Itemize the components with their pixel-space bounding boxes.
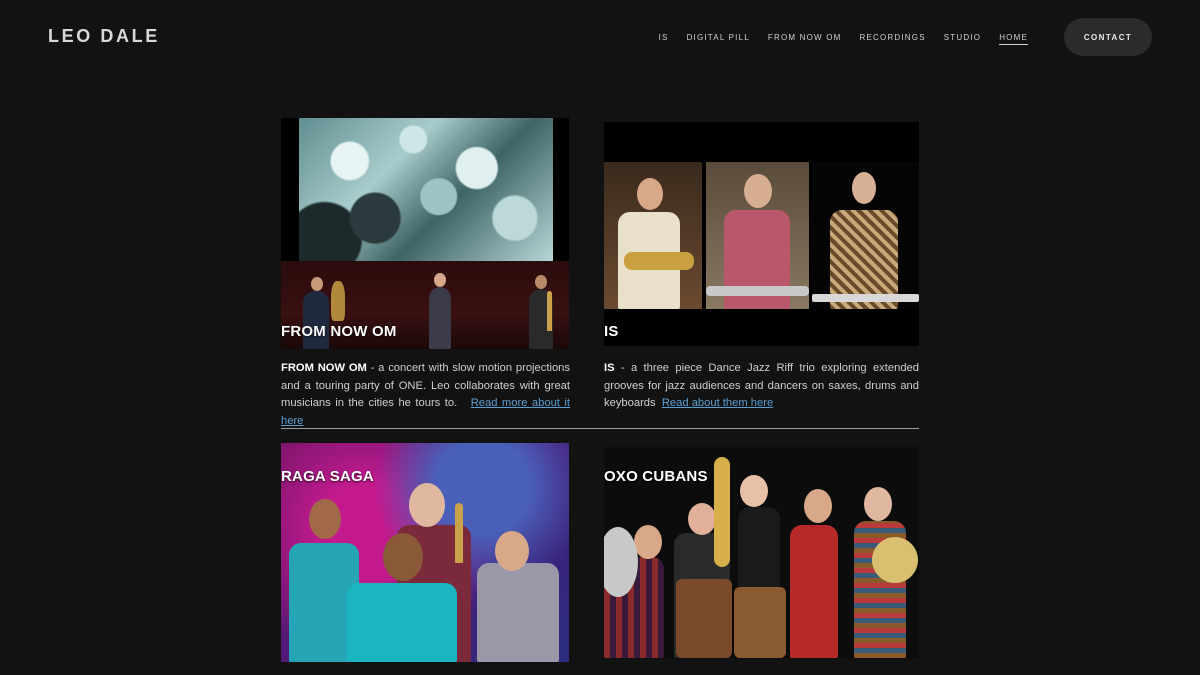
nav-item-studio[interactable]: STUDIO — [944, 33, 981, 45]
card-title-oxo-cubans[interactable]: OXO CUBANS — [604, 468, 708, 485]
nav-item-from-now-om[interactable]: FROM NOW OM — [768, 33, 842, 45]
desc-strong: FROM NOW OM — [281, 362, 367, 374]
contact-button[interactable]: CONTACT — [1064, 18, 1152, 56]
is-trio-image[interactable] — [604, 122, 919, 346]
ocean-waves-projection — [299, 118, 553, 261]
section-divider — [281, 428, 919, 429]
site-logo[interactable]: LEO DALE — [48, 26, 160, 47]
nav-item-recordings[interactable]: RECORDINGS — [860, 33, 926, 45]
from-now-om-image[interactable] — [281, 118, 569, 349]
from-now-om-description: FROM NOW OM - a concert with slow motion… — [281, 360, 570, 430]
read-about-is-link[interactable]: Read about them here — [662, 397, 773, 409]
desc-strong: IS — [604, 362, 615, 374]
card-title-from-now-om[interactable]: FROM NOW OM — [281, 323, 397, 340]
card-title-raga-saga[interactable]: RAGA SAGA — [281, 468, 374, 485]
sax-player-panel — [604, 162, 702, 309]
drummer-panel — [706, 162, 809, 309]
site-header: LEO DALE IS DIGITAL PILL FROM NOW OM REC… — [0, 0, 1200, 75]
main-nav: IS DIGITAL PILL FROM NOW OM RECORDINGS S… — [659, 33, 1028, 45]
nav-item-home[interactable]: HOME — [999, 33, 1028, 45]
card-title-is[interactable]: IS — [604, 323, 619, 340]
keyboardist-panel — [812, 162, 919, 309]
nav-item-digital-pill[interactable]: DIGITAL PILL — [687, 33, 750, 45]
is-description: IS - a three piece Dance Jazz Riff trio … — [604, 360, 919, 413]
nav-item-is[interactable]: IS — [659, 33, 669, 45]
